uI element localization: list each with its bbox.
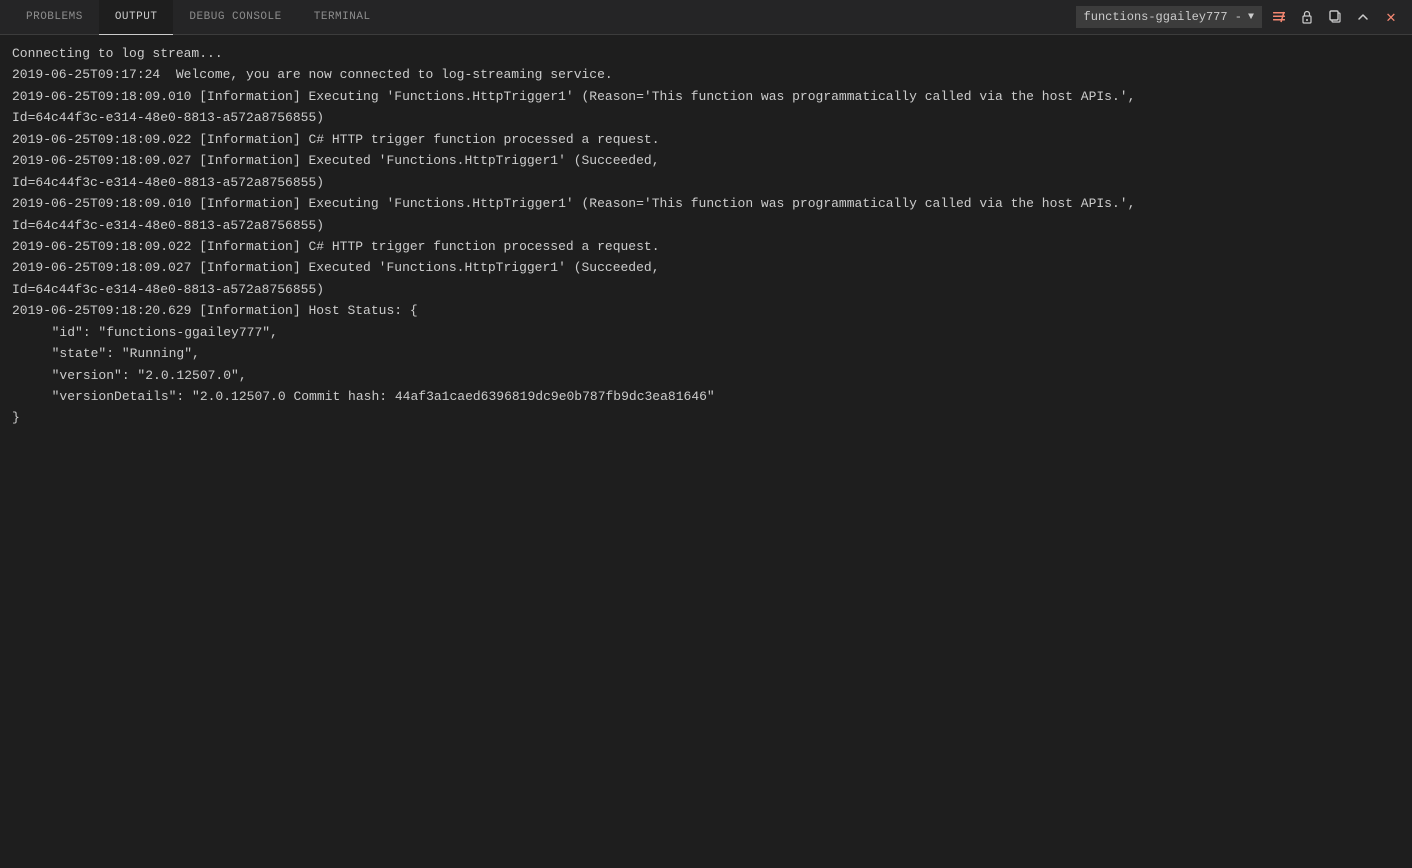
- tab-bar-left: PROBLEMSOUTPUTDEBUG CONSOLETERMINAL: [10, 0, 1076, 35]
- tab-debug-console[interactable]: DEBUG CONSOLE: [173, 0, 297, 35]
- log-line: 2019-06-25T09:18:09.022 [Information] C#…: [12, 236, 1400, 257]
- log-line: 2019-06-25T09:18:20.629 [Information] Ho…: [12, 300, 1400, 321]
- dropdown-arrow-icon: ▼: [1248, 12, 1254, 23]
- log-line: Connecting to log stream...: [12, 43, 1400, 64]
- log-line: "version": "2.0.12507.0",: [12, 365, 1400, 386]
- log-line: "id": "functions-ggailey777",: [12, 322, 1400, 343]
- dropdown-value: functions-ggailey777 -: [1084, 10, 1242, 24]
- log-line: Id=64c44f3c-e314-48e0-8813-a572a8756855): [12, 172, 1400, 193]
- output-content[interactable]: Connecting to log stream...2019-06-25T09…: [0, 35, 1412, 868]
- tab-bar: PROBLEMSOUTPUTDEBUG CONSOLETERMINAL func…: [0, 0, 1412, 35]
- output-source-dropdown[interactable]: functions-ggailey777 - ▼: [1076, 6, 1262, 28]
- tab-terminal[interactable]: TERMINAL: [298, 0, 387, 35]
- log-line: 2019-06-25T09:18:09.022 [Information] C#…: [12, 129, 1400, 150]
- log-line: }: [12, 407, 1400, 428]
- log-line: 2019-06-25T09:18:09.027 [Information] Ex…: [12, 150, 1400, 171]
- tab-output[interactable]: OUTPUT: [99, 0, 174, 35]
- close-panel-icon[interactable]: ✕: [1380, 6, 1402, 28]
- tab-problems[interactable]: PROBLEMS: [10, 0, 99, 35]
- log-line: 2019-06-25T09:17:24 Welcome, you are now…: [12, 64, 1400, 85]
- copy-icon[interactable]: [1324, 6, 1346, 28]
- log-line: Id=64c44f3c-e314-48e0-8813-a572a8756855): [12, 279, 1400, 300]
- panel-container: PROBLEMSOUTPUTDEBUG CONSOLETERMINAL func…: [0, 0, 1412, 868]
- lock-icon[interactable]: [1296, 6, 1318, 28]
- log-line: "state": "Running",: [12, 343, 1400, 364]
- clear-output-icon[interactable]: [1268, 6, 1290, 28]
- log-line: 2019-06-25T09:18:09.027 [Information] Ex…: [12, 257, 1400, 278]
- log-line: 2019-06-25T09:18:09.010 [Information] Ex…: [12, 86, 1400, 107]
- log-line: 2019-06-25T09:18:09.010 [Information] Ex…: [12, 193, 1400, 214]
- log-line: "versionDetails": "2.0.12507.0 Commit ha…: [12, 386, 1400, 407]
- scroll-up-icon[interactable]: [1352, 6, 1374, 28]
- log-line: Id=64c44f3c-e314-48e0-8813-a572a8756855): [12, 107, 1400, 128]
- log-line: Id=64c44f3c-e314-48e0-8813-a572a8756855): [12, 215, 1400, 236]
- tab-bar-right: functions-ggailey777 - ▼: [1076, 6, 1402, 28]
